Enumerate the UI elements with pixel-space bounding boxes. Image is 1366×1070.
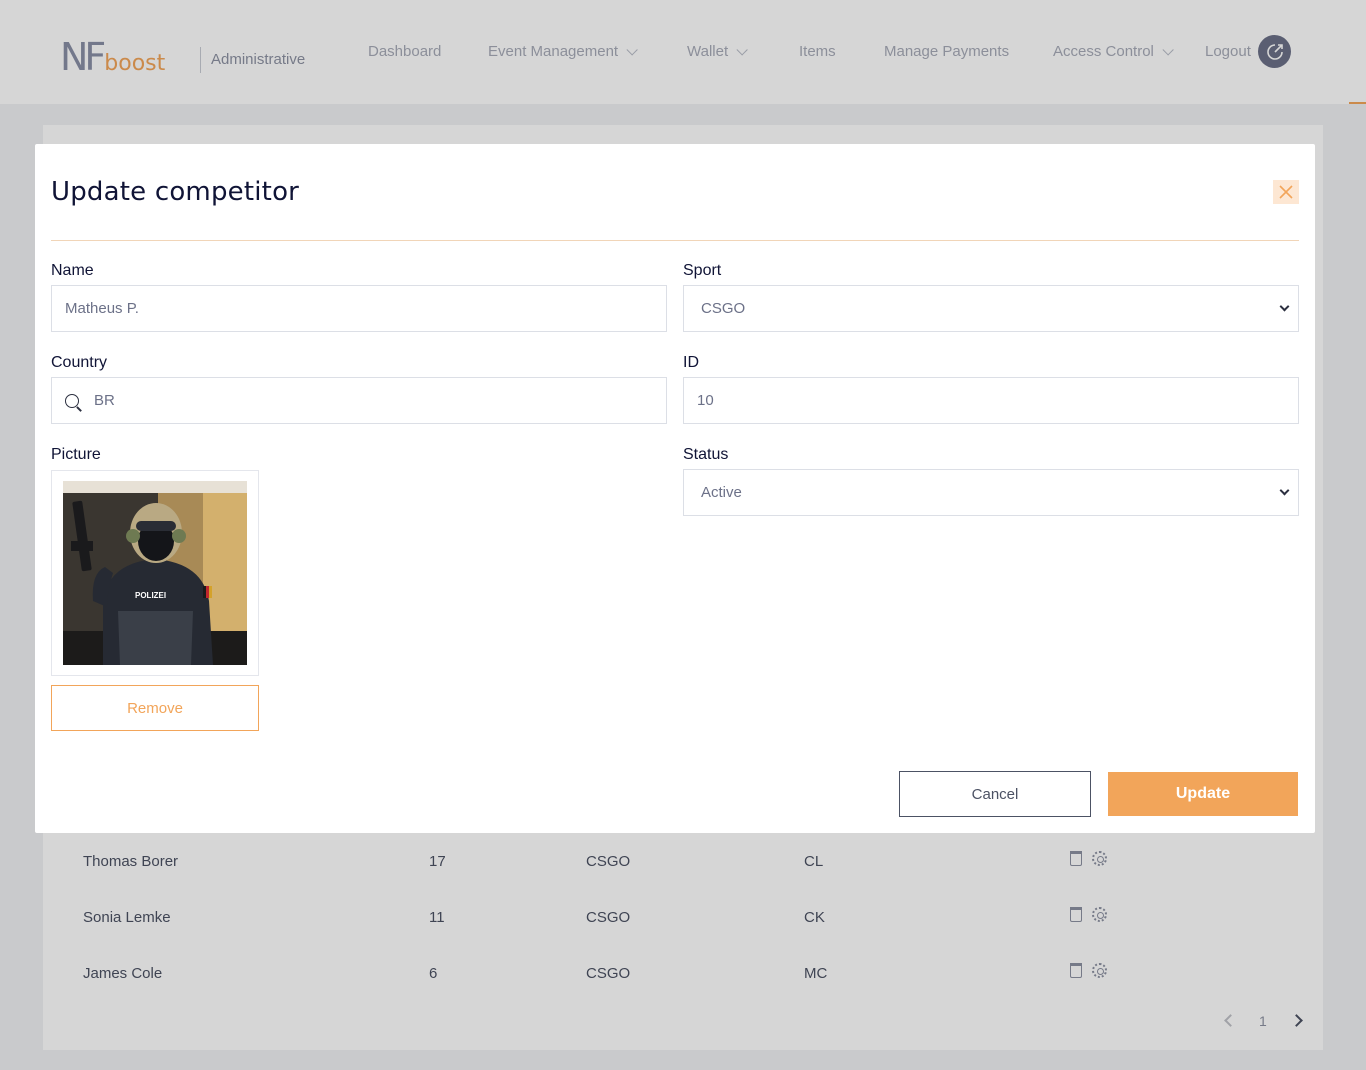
modal-title: Update competitor bbox=[51, 177, 300, 207]
country-label: Country bbox=[51, 354, 108, 371]
chevron-down-icon bbox=[1279, 485, 1290, 496]
cancel-button[interactable]: Cancel bbox=[899, 771, 1091, 817]
name-label: Name bbox=[51, 262, 94, 279]
id-input-value: 10 bbox=[697, 392, 714, 409]
close-icon bbox=[1279, 185, 1293, 199]
modal-divider bbox=[51, 240, 1299, 241]
sport-label: Sport bbox=[683, 262, 722, 279]
name-input[interactable]: Matheus P. bbox=[51, 285, 667, 332]
update-button[interactable]: Update bbox=[1108, 772, 1298, 816]
update-competitor-modal: Update competitor Name Matheus P. Sport … bbox=[35, 144, 1315, 833]
id-input[interactable]: 10 bbox=[683, 377, 1299, 424]
chevron-down-icon bbox=[1279, 301, 1290, 312]
status-select[interactable]: Active bbox=[683, 469, 1299, 516]
status-select-value: Active bbox=[701, 484, 742, 501]
sport-select-value: CSGO bbox=[701, 300, 746, 317]
country-search-input[interactable]: BR bbox=[51, 377, 667, 424]
picture-preview-frame: POLIZEI bbox=[51, 470, 259, 676]
competitor-picture: POLIZEI bbox=[63, 481, 247, 665]
close-button[interactable] bbox=[1273, 180, 1299, 204]
competitor-avatar-image: POLIZEI bbox=[63, 481, 247, 665]
search-icon bbox=[65, 393, 79, 408]
country-input-value: BR bbox=[94, 392, 115, 409]
polizei-text: POLIZEI bbox=[135, 591, 166, 600]
id-label: ID bbox=[683, 354, 699, 371]
remove-picture-button[interactable]: Remove bbox=[51, 685, 259, 731]
picture-label: Picture bbox=[51, 446, 101, 463]
sport-select[interactable]: CSGO bbox=[683, 285, 1299, 332]
status-label: Status bbox=[683, 446, 729, 463]
name-input-value: Matheus P. bbox=[65, 300, 139, 317]
